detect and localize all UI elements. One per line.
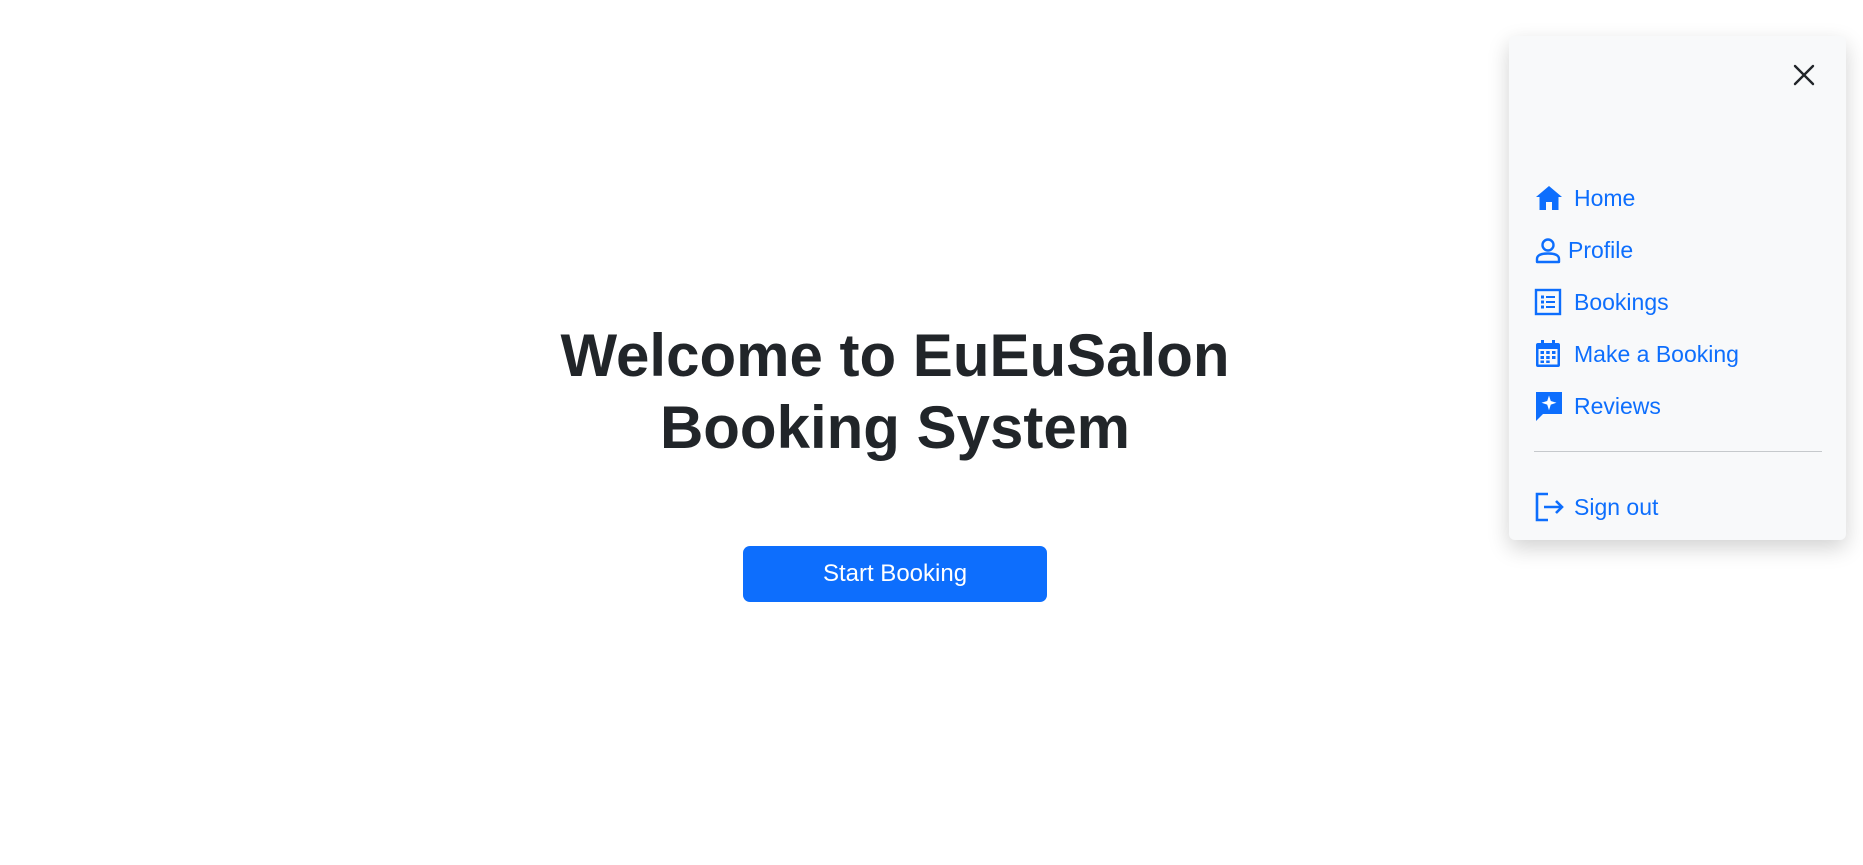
sidebar-item-home[interactable]: Home: [1534, 172, 1824, 224]
person-icon: [1534, 233, 1562, 267]
sidebar-item-profile[interactable]: Profile: [1534, 224, 1824, 276]
sign-out-label: Sign out: [1574, 493, 1659, 520]
page-title: Welcome to EuEuSalon Booking System: [560, 322, 1230, 461]
review-icon: [1534, 389, 1568, 423]
sidebar-nav: Home Profile Bookings Make a Booking Rev…: [1534, 172, 1824, 432]
close-button[interactable]: [1787, 58, 1821, 92]
house-icon: [1534, 181, 1568, 215]
sign-out-button[interactable]: Sign out: [1534, 481, 1824, 533]
offcanvas-menu: Home Profile Bookings Make a Booking Rev…: [1509, 36, 1846, 540]
sidebar-item-label: Bookings: [1574, 288, 1669, 315]
list-icon: [1534, 285, 1568, 319]
sidebar-item-label: Home: [1574, 184, 1636, 211]
sidebar-item-bookings[interactable]: Bookings: [1534, 276, 1824, 328]
sidebar-item-label: Profile: [1568, 236, 1634, 263]
start-booking-button[interactable]: Start Booking: [743, 546, 1047, 602]
sign-out-icon: [1534, 490, 1568, 524]
calendar-icon: [1534, 337, 1568, 371]
menu-divider: [1534, 451, 1822, 452]
sidebar-item-label: Reviews: [1574, 392, 1661, 419]
sidebar-item-reviews[interactable]: Reviews: [1534, 380, 1824, 432]
sidebar-item-make-booking[interactable]: Make a Booking: [1534, 328, 1824, 380]
sidebar-signout-wrapper: Sign out: [1534, 481, 1824, 533]
close-icon: [1793, 64, 1815, 86]
sidebar-item-label: Make a Booking: [1574, 340, 1739, 367]
page: Welcome to EuEuSalon Booking System Star…: [0, 0, 1863, 865]
